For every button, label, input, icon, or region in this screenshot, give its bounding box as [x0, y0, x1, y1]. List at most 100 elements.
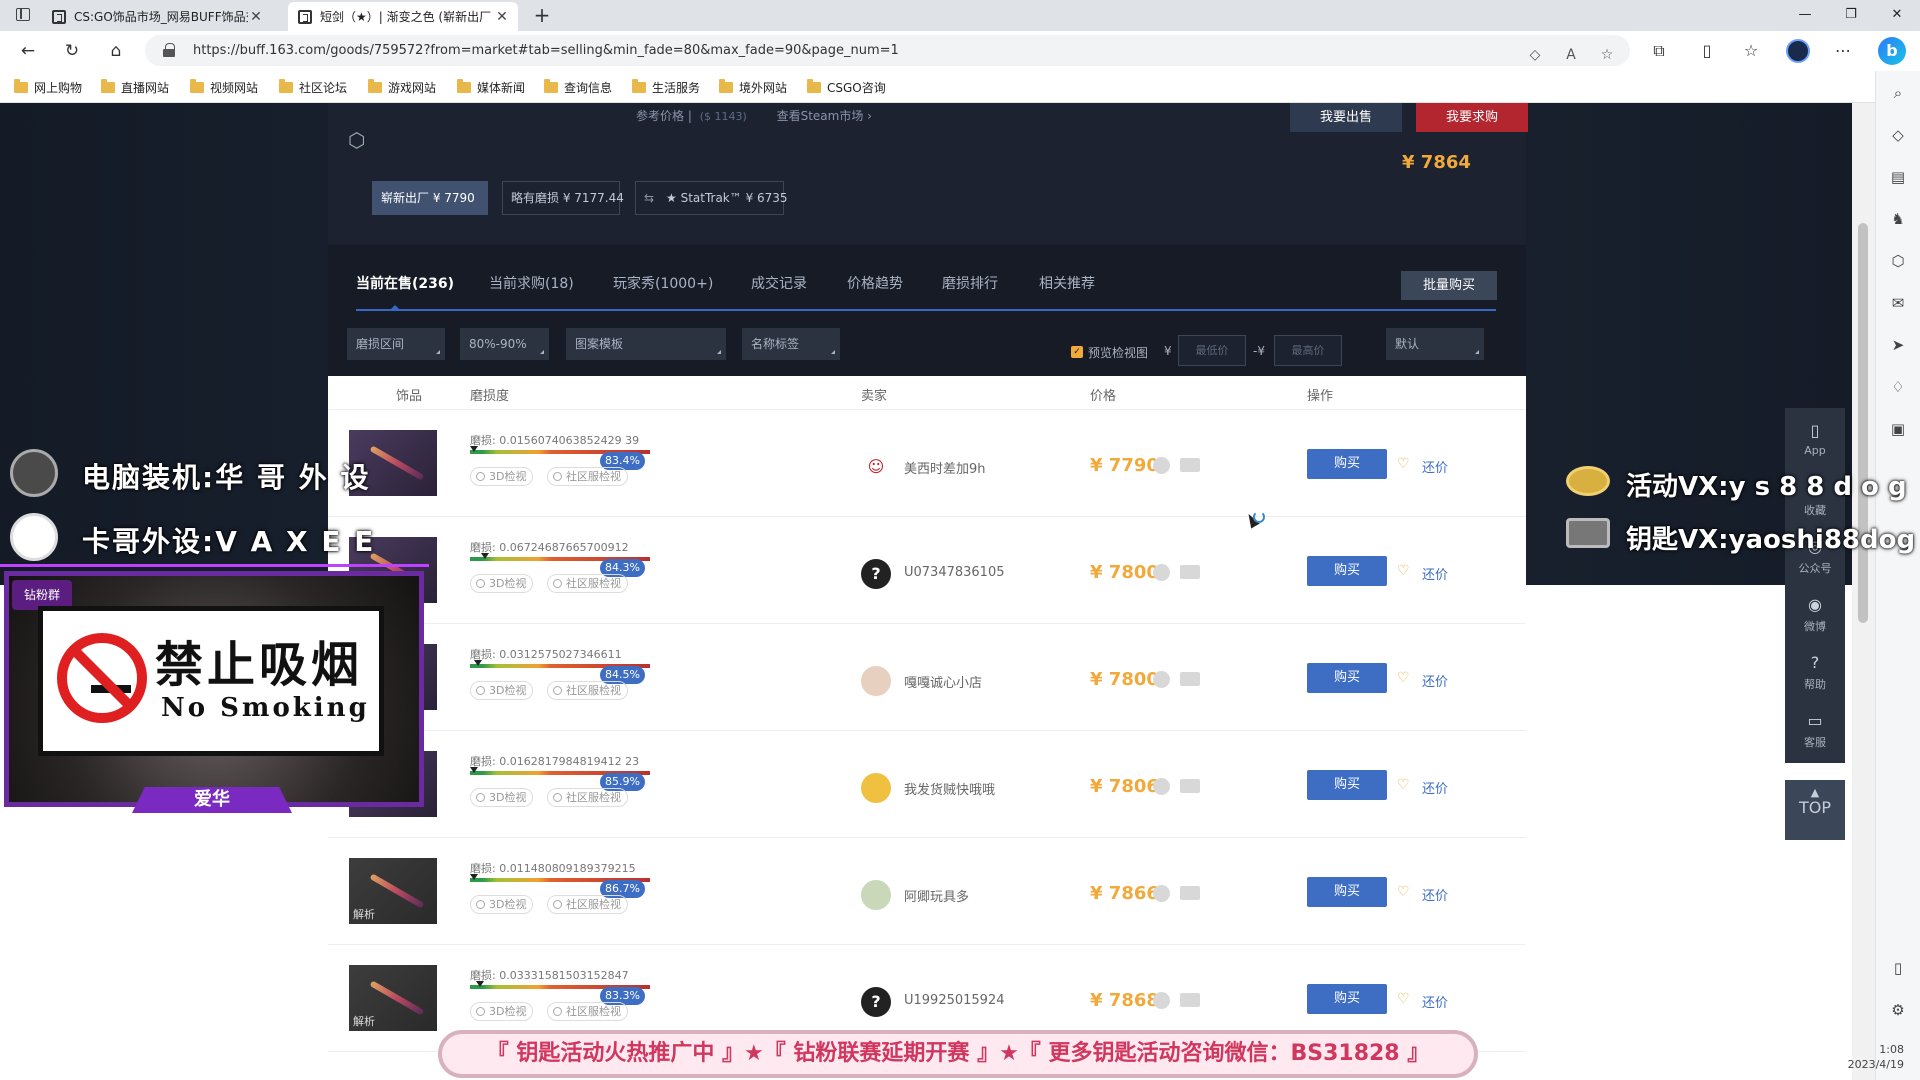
- tab-selling[interactable]: 当前在售(236): [356, 273, 454, 293]
- bookmark-folder[interactable]: 生活服务: [632, 78, 700, 96]
- bookmark-folder[interactable]: 社区论坛: [279, 78, 347, 96]
- bargain-link[interactable]: 还价: [1422, 885, 1448, 904]
- server-inspect-button[interactable]: 社区服检视: [547, 895, 628, 914]
- bookmark-folder[interactable]: 媒体新闻: [457, 78, 525, 96]
- bargain-icon[interactable]: ♡: [1397, 884, 1413, 900]
- fade-select[interactable]: 80%-90%: [460, 328, 549, 360]
- bargain-icon[interactable]: ♡: [1397, 456, 1413, 472]
- support-tool[interactable]: ▭ 客服: [1785, 712, 1845, 750]
- tab-wear-ranking[interactable]: 磨损排行: [942, 273, 998, 293]
- bulk-buy-button[interactable]: 批量购买: [1401, 271, 1497, 300]
- inspect-3d-button[interactable]: 3D检视: [470, 467, 534, 486]
- inspect-3d-button[interactable]: 3D检视: [470, 1002, 534, 1021]
- buy-button[interactable]: 购买: [1307, 663, 1387, 693]
- close-window-button[interactable]: ✕: [1874, 0, 1920, 31]
- seller-avatar[interactable]: [861, 773, 891, 803]
- address-bar[interactable]: https://buff.163.com/goods/759572?from=m…: [145, 35, 1630, 66]
- search-icon[interactable]: ⌕: [1886, 81, 1910, 105]
- seller-name[interactable]: 阿卿玩具多: [904, 886, 969, 905]
- item-thumbnail[interactable]: 解析: [349, 965, 437, 1031]
- preview-checkbox[interactable]: ✓: [1071, 346, 1083, 358]
- wear-range-select[interactable]: 磨损区间: [347, 328, 445, 360]
- buy-button[interactable]: 购买: [1307, 984, 1387, 1014]
- seller-name[interactable]: 嘎嘎诚心小店: [904, 672, 982, 691]
- read-aloud-icon[interactable]: A: [1561, 45, 1581, 65]
- tab-actions-icon[interactable]: [16, 8, 30, 21]
- notification-icon[interactable]: ♢: [1886, 375, 1910, 399]
- help-tool[interactable]: ? 帮助: [1785, 654, 1845, 692]
- scroll-thumb[interactable]: [1858, 223, 1868, 623]
- inspect-3d-button[interactable]: 3D检视: [470, 681, 534, 700]
- server-inspect-button[interactable]: 社区服检视: [547, 574, 628, 593]
- send-icon[interactable]: ➤: [1886, 333, 1910, 357]
- seller-avatar[interactable]: ?: [861, 559, 891, 589]
- bing-copilot-icon[interactable]: b: [1878, 37, 1906, 65]
- bargain-link[interactable]: 还价: [1422, 564, 1448, 583]
- refresh-icon[interactable]: ↻: [57, 37, 87, 65]
- close-tab-icon[interactable]: ✕: [494, 9, 510, 25]
- shopping-tag-icon[interactable]: ◇: [1886, 123, 1910, 147]
- buy-button[interactable]: 购买: [1307, 449, 1387, 479]
- sort-select[interactable]: 默认: [1386, 328, 1484, 360]
- bookmark-folder[interactable]: 直播网站: [101, 78, 169, 96]
- tab-showcase[interactable]: 玩家秀(1000+): [613, 273, 713, 293]
- seller-avatar[interactable]: ?: [861, 987, 891, 1017]
- max-price-input[interactable]: 最高价: [1274, 335, 1342, 366]
- buy-button[interactable]: 购买: [1307, 877, 1387, 907]
- seller-name[interactable]: 美西时差加9h: [904, 458, 986, 477]
- seller-avatar[interactable]: [861, 880, 891, 910]
- chip-minimal-wear[interactable]: 略有磨损 ¥ 7177.44: [502, 181, 624, 215]
- server-inspect-button[interactable]: 社区服检视: [547, 788, 628, 807]
- bargain-icon[interactable]: ♡: [1397, 563, 1413, 579]
- more-menu-icon[interactable]: ⋯: [1830, 39, 1856, 63]
- favorites-icon[interactable]: ☆: [1738, 39, 1764, 63]
- sell-button[interactable]: 我要出售: [1290, 103, 1402, 132]
- back-icon[interactable]: ←: [13, 37, 43, 65]
- buff-app-icon[interactable]: ▣: [1886, 417, 1910, 441]
- tab-buy-orders[interactable]: 当前求购(18): [489, 273, 574, 293]
- extension-icon[interactable]: ⬡: [1886, 249, 1910, 273]
- tab-trade-history[interactable]: 成交记录: [751, 273, 807, 293]
- buy-button[interactable]: 购买: [1307, 556, 1387, 586]
- buy-order-button[interactable]: 我要求购: [1416, 103, 1528, 132]
- min-price-input[interactable]: 最低价: [1178, 335, 1246, 366]
- seller-avatar[interactable]: ☺: [861, 452, 891, 482]
- bargain-icon[interactable]: ♡: [1397, 670, 1413, 686]
- bookmark-folder[interactable]: 境外网站: [719, 78, 787, 96]
- bookmark-folder[interactable]: 游戏网站: [368, 78, 436, 96]
- chip-factory-new[interactable]: 崭新出厂 ¥ 7790: [372, 181, 488, 215]
- close-tab-icon[interactable]: ✕: [248, 9, 264, 25]
- new-tab-button[interactable]: +: [530, 4, 554, 28]
- server-inspect-button[interactable]: 社区服检视: [547, 1002, 628, 1021]
- tag-icon[interactable]: ◇: [1525, 45, 1545, 65]
- toolbox-icon[interactable]: ▤: [1886, 165, 1910, 189]
- profile-avatar[interactable]: [1786, 39, 1810, 63]
- bargain-icon[interactable]: ♡: [1397, 991, 1413, 1007]
- bookmark-folder[interactable]: 视频网站: [190, 78, 258, 96]
- tab-knife-item[interactable]: 短剑（★）| 渐变之色 (崭新出厂 ✕: [288, 2, 518, 31]
- tab-buff-market[interactable]: CS:GO饰品市场_网易BUFF饰品交 ✕: [42, 2, 272, 31]
- inspect-3d-button[interactable]: 3D检视: [470, 895, 534, 914]
- chip-stattrak[interactable]: ⇆ ★ StatTrak™ ¥ 6735: [635, 181, 788, 215]
- seller-avatar[interactable]: [861, 666, 891, 696]
- pattern-select[interactable]: 图案模板: [566, 328, 726, 360]
- tab-related[interactable]: 相关推荐: [1039, 273, 1095, 293]
- app-tool[interactable]: ▯ App: [1785, 422, 1845, 458]
- restore-button[interactable]: ❐: [1828, 0, 1874, 31]
- favorite-add-icon[interactable]: ☆: [1597, 45, 1617, 65]
- bargain-link[interactable]: 还价: [1422, 992, 1448, 1011]
- settings-gear-icon[interactable]: ⚙: [1886, 998, 1910, 1022]
- back-to-top-button[interactable]: ▲ TOP: [1785, 780, 1845, 840]
- buy-button[interactable]: 购买: [1307, 770, 1387, 800]
- lock-icon[interactable]: [163, 43, 175, 57]
- item-thumbnail[interactable]: 解析: [349, 858, 437, 924]
- steam-market-link[interactable]: 查看Steam市场 ›: [777, 109, 872, 123]
- bargain-link[interactable]: 还价: [1422, 778, 1448, 797]
- home-icon[interactable]: ⌂: [101, 37, 131, 65]
- bookmark-folder[interactable]: CSGO咨询: [807, 78, 886, 96]
- extensions-icon[interactable]: ⧉: [1646, 39, 1672, 63]
- tab-price-trend[interactable]: 价格趋势: [847, 273, 903, 293]
- server-inspect-button[interactable]: 社区服检视: [547, 681, 628, 700]
- bookmark-folder[interactable]: 网上购物: [14, 78, 82, 96]
- seller-name[interactable]: U19925015924: [904, 993, 1005, 1008]
